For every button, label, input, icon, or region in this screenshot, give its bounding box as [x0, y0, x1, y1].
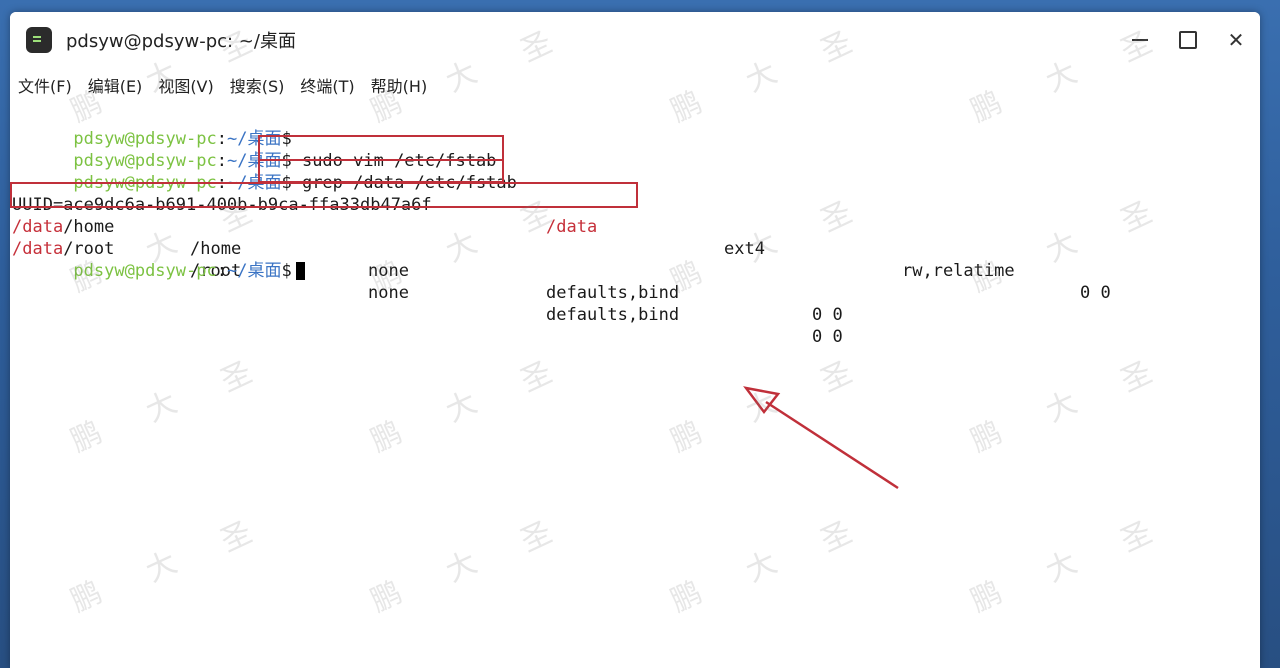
highlight-box-vim — [258, 135, 504, 161]
title-bar[interactable]: pdsyw@pdsyw-pc: ~/桌面 ✕ — [10, 12, 1260, 68]
highlight-box-grep — [258, 159, 504, 183]
output-dump-pass: 0 0 — [1080, 283, 1111, 303]
terminal-output[interactable]: pdsyw@pdsyw-pc:~/桌面$ pdsyw@pdsyw-pc:~/桌面… — [10, 102, 1260, 668]
close-button[interactable]: ✕ — [1212, 12, 1260, 68]
window-title: pdsyw@pdsyw-pc: ~/桌面 — [66, 31, 296, 52]
prompt-path: ~/桌面 — [226, 261, 282, 281]
output-options: defaults,bind — [546, 283, 680, 303]
maximize-icon — [1179, 31, 1197, 49]
menu-search[interactable]: 搜索(S) — [230, 73, 285, 97]
prompt-symbol: $ — [281, 261, 292, 281]
output-options: defaults,bind — [546, 305, 680, 325]
menu-terminal[interactable]: 终端(T) — [300, 73, 354, 97]
text-cursor — [295, 262, 305, 280]
prompt-separator: : — [216, 261, 227, 281]
output-dump-pass: 0 0 — [812, 305, 843, 325]
terminal-window: pdsyw@pdsyw-pc: ~/桌面 ✕ 文件(F) 编辑(E) 视图(V)… — [10, 12, 1260, 668]
close-icon: ✕ — [1227, 28, 1245, 52]
maximize-button[interactable] — [1164, 12, 1212, 68]
prompt-line-1: pdsyw@pdsyw-pc:~/桌面$ — [12, 106, 291, 149]
terminal-app-icon — [26, 27, 52, 53]
output-dump-pass: 0 0 — [812, 327, 843, 347]
